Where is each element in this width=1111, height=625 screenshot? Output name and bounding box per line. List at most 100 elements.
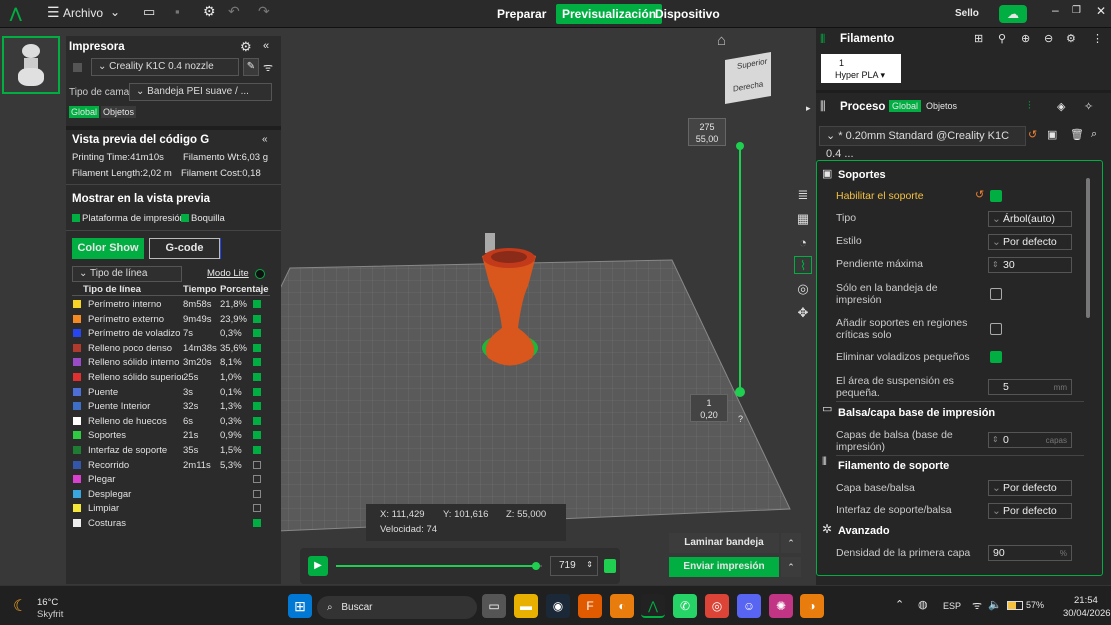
line-type-checkbox[interactable] [253, 489, 261, 498]
show-nozzle-checkbox[interactable]: Boquilla [181, 213, 225, 224]
color-swatch[interactable] [73, 416, 81, 425]
expand-arrow-icon[interactable]: ▸ [806, 103, 811, 114]
taskbar-search[interactable]: ⌕ Buscar [317, 596, 477, 619]
remove-filament-icon[interactable]: ⊖ [1044, 32, 1053, 45]
base-layer-select[interactable]: ⌄ Por defecto [988, 480, 1072, 496]
filament-settings-icon[interactable]: ⚙ [1066, 32, 1076, 45]
lite-mode-toggle[interactable] [255, 269, 265, 279]
task-view-icon[interactable]: ▭ [482, 594, 506, 618]
chevron-down-icon[interactable]: ⌄ [110, 5, 120, 19]
line-type-row[interactable]: Perímetro externo 9m49s 23,9% [70, 312, 274, 327]
line-type-checkbox[interactable] [253, 416, 261, 425]
whatsapp-icon[interactable]: ✆ [673, 594, 697, 618]
gauge-icon[interactable]: ◔ [794, 234, 812, 252]
wifi-icon[interactable]: ᯤ [263, 60, 273, 75]
critical-regions-checkbox[interactable] [990, 323, 1002, 335]
line-type-select[interactable]: ⌄ Tipo de línea [72, 266, 182, 282]
paint-icon[interactable]: ✺ [769, 594, 793, 618]
fusion-icon[interactable]: F [578, 594, 602, 618]
printer-select[interactable]: ⌄ Creality K1C 0.4 nozzle [91, 58, 239, 76]
lite-mode-label[interactable]: Modo Lite [207, 268, 249, 279]
line-type-checkbox[interactable] [253, 402, 261, 411]
clock-date[interactable]: 30/04/2026 [1063, 608, 1111, 619]
filament-menu-icon[interactable]: ⋮ [1092, 32, 1103, 45]
cube-icon[interactable]: ◈ [1057, 100, 1065, 113]
tab-device[interactable]: Dispositivo [649, 4, 726, 24]
line-type-checkbox[interactable] [253, 387, 261, 396]
color-swatch[interactable] [73, 343, 81, 352]
search-icon[interactable]: ⌕ [1091, 128, 1097, 141]
home-icon[interactable]: ⌂ [717, 32, 726, 49]
grid-icon[interactable]: ▦ [794, 210, 812, 228]
style-select[interactable]: ⌄ Por defecto [988, 234, 1072, 250]
collapse-icon[interactable]: « [263, 40, 269, 52]
menu-icon[interactable]: ☰ [47, 4, 60, 21]
file-explorer-icon[interactable]: ▬ [514, 594, 538, 618]
line-type-checkbox[interactable] [253, 329, 261, 338]
play-icon[interactable]: ▶ [308, 556, 328, 576]
target-icon[interactable]: ◎ [794, 280, 812, 298]
slice-dropdown-icon[interactable]: ⌃ [781, 533, 801, 553]
color-swatch[interactable] [73, 373, 81, 381]
filament-slot[interactable]: 1 Hyper PLA ▾ [821, 54, 901, 83]
line-type-row[interactable]: Interfaz de soporte 35s 1,5% [70, 443, 274, 458]
interface-select[interactable]: ⌄ Por defecto [988, 503, 1072, 519]
color-show-button[interactable]: Color Show [72, 238, 144, 259]
line-type-checkbox[interactable] [253, 300, 261, 308]
remove-small-checkbox[interactable] [990, 351, 1002, 363]
tray-app-icon[interactable]: ◍ [918, 598, 928, 611]
redo-icon[interactable]: ↷ [258, 3, 270, 20]
printer-settings-icon[interactable]: ⚙ [240, 39, 252, 55]
line-type-checkbox[interactable] [253, 314, 261, 323]
line-type-checkbox[interactable] [253, 358, 261, 367]
line-type-row[interactable]: Puente 3s 0,1% [70, 385, 274, 400]
color-swatch[interactable] [73, 402, 81, 411]
wifi-tray-icon[interactable]: ᯤ [972, 598, 982, 613]
enable-support-checkbox[interactable] [990, 190, 1002, 202]
tab-objects-printer[interactable]: Objetos [101, 106, 137, 118]
color-swatch[interactable] [73, 489, 81, 498]
open-folder-icon[interactable]: ▭ [143, 4, 155, 20]
color-swatch[interactable] [73, 314, 81, 323]
bed-type-select[interactable]: ⌄ Bandeja PEI suave / ... [129, 83, 272, 101]
weather-icon[interactable]: ☾ [13, 596, 27, 616]
assembly-icon[interactable]: ✥ [794, 304, 812, 322]
tray-arrow-icon[interactable]: ⌃ [895, 598, 904, 611]
line-type-checkbox[interactable] [253, 431, 261, 440]
color-swatch[interactable] [73, 446, 81, 454]
creality-print-icon[interactable]: ⋀ [641, 594, 665, 618]
line-type-row[interactable]: Puente Interior 32s 1,3% [70, 399, 274, 414]
line-type-row[interactable]: Relleno de huecos 6s 0,3% [70, 414, 274, 429]
seal-button[interactable]: Sello [955, 8, 979, 19]
line-type-row[interactable]: Relleno sólido superior 25s 1,0% [70, 370, 274, 385]
color-swatch[interactable] [73, 460, 81, 469]
line-type-row[interactable]: Relleno sólido interno 3m20s 8,1% [70, 355, 274, 370]
tab-global-process[interactable]: Global [889, 100, 922, 112]
delete-icon[interactable]: 🗑 [1070, 128, 1084, 141]
layers-stack-icon[interactable] [604, 559, 616, 573]
volume-icon[interactable]: 🔈 [988, 598, 1002, 611]
color-swatch[interactable] [73, 431, 81, 440]
maximize-icon[interactable]: ❐ [1072, 5, 1081, 16]
color-swatch[interactable] [73, 300, 81, 308]
type-select[interactable]: ⌄ Árbol(auto) [988, 211, 1072, 227]
line-type-checkbox[interactable] [253, 373, 261, 381]
undo-icon[interactable]: ↶ [228, 3, 240, 20]
close-icon[interactable]: ✕ [1096, 4, 1106, 18]
pin-icon[interactable]: ⚲ [998, 32, 1006, 45]
line-type-row[interactable]: Costuras [70, 516, 274, 531]
show-platform-checkbox[interactable]: Plataforma de impresión [72, 213, 185, 224]
line-type-row[interactable]: Recorrido 2m11s 5,3% [70, 458, 274, 473]
reset-support-icon[interactable]: ↺ [975, 188, 984, 201]
wand-icon[interactable]: ✧ [1084, 100, 1093, 113]
reset-icon[interactable]: ↺ [1028, 128, 1037, 141]
plate-thumbnail[interactable] [2, 36, 60, 94]
playback-slider-handle[interactable] [531, 562, 540, 570]
only-bed-checkbox[interactable] [990, 288, 1002, 300]
blender-2-icon[interactable]: ◑ [800, 594, 824, 618]
support-paint-icon[interactable]: ⌇ [794, 256, 812, 274]
send-dropdown-icon[interactable]: ⌃ [781, 557, 801, 577]
tab-prepare[interactable]: Preparar [491, 4, 552, 24]
raft-layers-input[interactable]: ⇕ 0 capas [988, 432, 1072, 448]
layer-number-input[interactable]: 719 ⇕ [550, 556, 598, 576]
